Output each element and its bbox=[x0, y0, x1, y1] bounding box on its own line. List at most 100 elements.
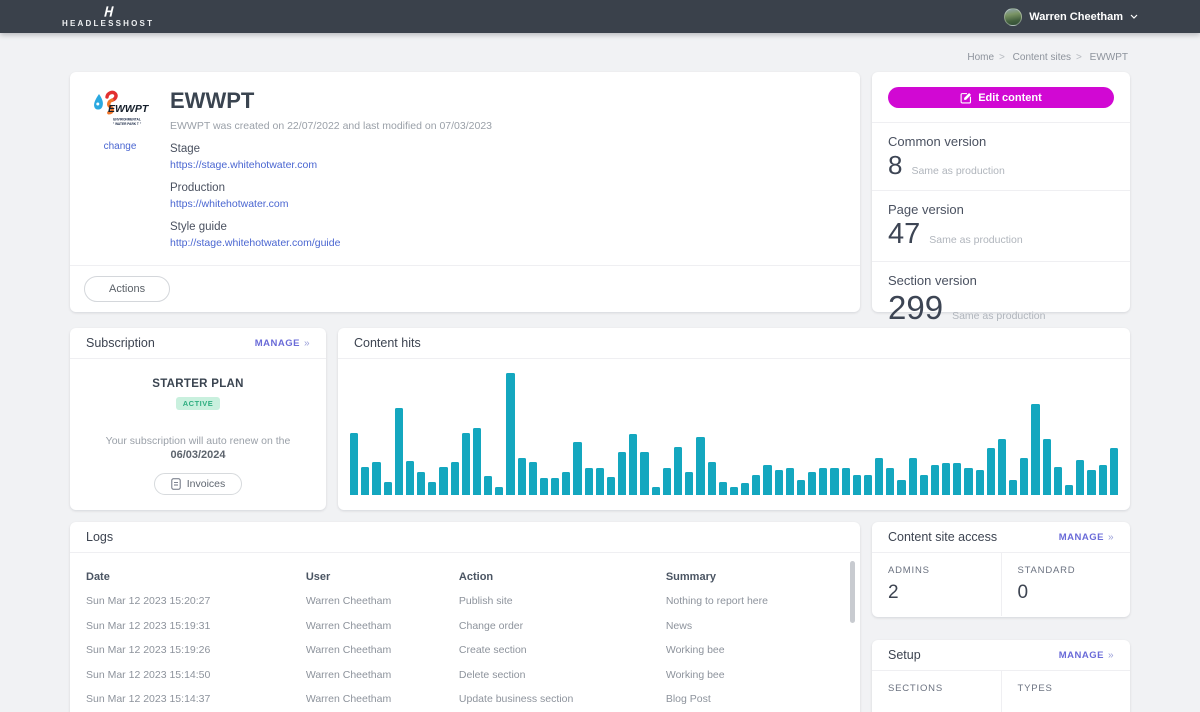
chevron-down-icon bbox=[1130, 14, 1138, 19]
bar bbox=[652, 487, 660, 495]
breadcrumb-item[interactable]: Content sites bbox=[1013, 52, 1071, 63]
bar bbox=[953, 463, 961, 495]
bar bbox=[1043, 439, 1051, 495]
bar bbox=[741, 483, 749, 495]
stat-cell: TYPES bbox=[1001, 671, 1131, 712]
double-chevron-icon: » bbox=[304, 338, 310, 349]
bar bbox=[808, 472, 816, 495]
logs-scrollbar-thumb[interactable] bbox=[850, 561, 855, 623]
invoices-button[interactable]: Invoices bbox=[154, 473, 243, 495]
log-date: Sun Mar 12 2023 15:14:37 bbox=[86, 693, 306, 705]
bar bbox=[830, 468, 838, 495]
bar bbox=[819, 468, 827, 495]
setup-title: Setup bbox=[888, 648, 921, 662]
bar bbox=[495, 487, 503, 495]
versions-card: Edit content Common version 8 Same as pr… bbox=[872, 72, 1130, 312]
setup-card: Setup MANAGE» SECTIONS TYPES bbox=[872, 640, 1130, 712]
logs-card: Logs Date User Action Summary Sun Mar 12… bbox=[70, 522, 860, 712]
renew-date: 06/03/2024 bbox=[70, 449, 326, 461]
bar bbox=[964, 468, 972, 495]
change-logo-link[interactable]: change bbox=[104, 141, 137, 152]
site-overview-card: EWWPT ENVIRONMENTAL " WATER PARK T " cha… bbox=[70, 72, 860, 312]
setup-stats: SECTIONS TYPES bbox=[872, 671, 1130, 712]
bar bbox=[439, 467, 447, 495]
log-summary: News bbox=[666, 620, 844, 632]
renew-text: Your subscription will auto renew on the bbox=[70, 435, 326, 447]
double-chevron-icon: » bbox=[1108, 650, 1114, 661]
log-action: Publish site bbox=[459, 595, 666, 607]
actions-button[interactable]: Actions bbox=[84, 276, 170, 302]
bar bbox=[976, 470, 984, 495]
site-logo: EWWPT ENVIRONMENTAL " WATER PARK T " bbox=[91, 88, 149, 132]
site-created-text: EWWPT was created on 22/07/2022 and last… bbox=[170, 120, 840, 132]
environment-label: Style guide bbox=[170, 221, 840, 233]
subscription-title: Subscription bbox=[86, 336, 155, 350]
environment-url-link[interactable]: http://stage.whitehotwater.com/guide bbox=[170, 237, 840, 249]
bar bbox=[596, 468, 604, 495]
access-manage-link[interactable]: MANAGE» bbox=[1059, 532, 1114, 543]
version-label: Section version bbox=[888, 273, 1114, 288]
version-value: 299 bbox=[888, 291, 943, 324]
bar bbox=[551, 478, 559, 495]
breadcrumb-item[interactable]: EWWPT bbox=[1090, 52, 1128, 63]
bar bbox=[920, 475, 928, 495]
bar bbox=[473, 428, 481, 495]
log-summary: Blog Post bbox=[666, 693, 844, 705]
bar bbox=[484, 476, 492, 495]
brand-name: HEADLESSHOST bbox=[62, 19, 154, 28]
version-item: Page version 47 Same as production bbox=[872, 190, 1130, 261]
environment-url-link[interactable]: https://stage.whitehotwater.com bbox=[170, 159, 840, 171]
user-menu[interactable]: Warren Cheetham bbox=[1004, 8, 1138, 26]
stat-label: SECTIONS bbox=[888, 683, 1001, 694]
bar bbox=[663, 468, 671, 495]
setup-manage-link[interactable]: MANAGE» bbox=[1059, 650, 1114, 661]
bar bbox=[719, 482, 727, 495]
stat-label: TYPES bbox=[1018, 683, 1131, 694]
bar bbox=[886, 468, 894, 495]
bar bbox=[629, 434, 637, 495]
bar bbox=[417, 472, 425, 495]
brand-logo[interactable]: HEADLESSHOST bbox=[62, 6, 154, 28]
bar bbox=[361, 467, 369, 495]
log-date: Sun Mar 12 2023 15:14:50 bbox=[86, 669, 306, 681]
bar bbox=[1009, 480, 1017, 495]
bar bbox=[406, 461, 414, 495]
logs-title: Logs bbox=[86, 530, 113, 544]
site-logo-caption-1: ENVIRONMENTAL bbox=[113, 118, 141, 122]
bar bbox=[763, 465, 771, 495]
content-hits-card: Content hits bbox=[338, 328, 1130, 510]
environment-label: Stage bbox=[170, 143, 840, 155]
bar bbox=[562, 472, 570, 495]
bar bbox=[987, 448, 995, 495]
bar bbox=[897, 480, 905, 495]
bar bbox=[451, 462, 459, 495]
logs-column-header: Summary bbox=[666, 571, 844, 583]
log-summary: Working bee bbox=[666, 669, 844, 681]
version-value: 8 bbox=[888, 152, 902, 178]
bar bbox=[853, 475, 861, 495]
subscription-card: Subscription MANAGE» STARTER PLAN ACTIVE… bbox=[70, 328, 326, 510]
version-note: Same as production bbox=[952, 310, 1045, 322]
environment-url-link[interactable]: https://whitehotwater.com bbox=[170, 198, 840, 210]
version-note: Same as production bbox=[929, 234, 1022, 246]
bar bbox=[1099, 465, 1107, 495]
bar bbox=[462, 433, 470, 495]
page-title: EWWPT bbox=[170, 88, 840, 114]
access-title: Content site access bbox=[888, 530, 997, 544]
access-stats: ADMINS 2 STANDARD 0 bbox=[872, 553, 1130, 616]
log-action: Change order bbox=[459, 620, 666, 632]
plan-name: STARTER PLAN bbox=[70, 378, 326, 390]
log-date: Sun Mar 12 2023 15:19:31 bbox=[86, 620, 306, 632]
breadcrumb-separator: > bbox=[999, 52, 1005, 63]
bar bbox=[1076, 460, 1084, 495]
bar bbox=[674, 447, 682, 495]
version-value: 47 bbox=[888, 220, 920, 249]
table-row: Sun Mar 12 2023 15:19:31 Warren Cheetham… bbox=[86, 614, 844, 639]
edit-content-button[interactable]: Edit content bbox=[888, 87, 1114, 108]
subscription-manage-link[interactable]: MANAGE» bbox=[255, 338, 310, 349]
stat-value: 0 bbox=[1018, 582, 1131, 604]
breadcrumb-item[interactable]: Home bbox=[967, 52, 994, 63]
bar bbox=[1087, 470, 1095, 495]
bar bbox=[730, 487, 738, 495]
bar bbox=[696, 437, 704, 495]
